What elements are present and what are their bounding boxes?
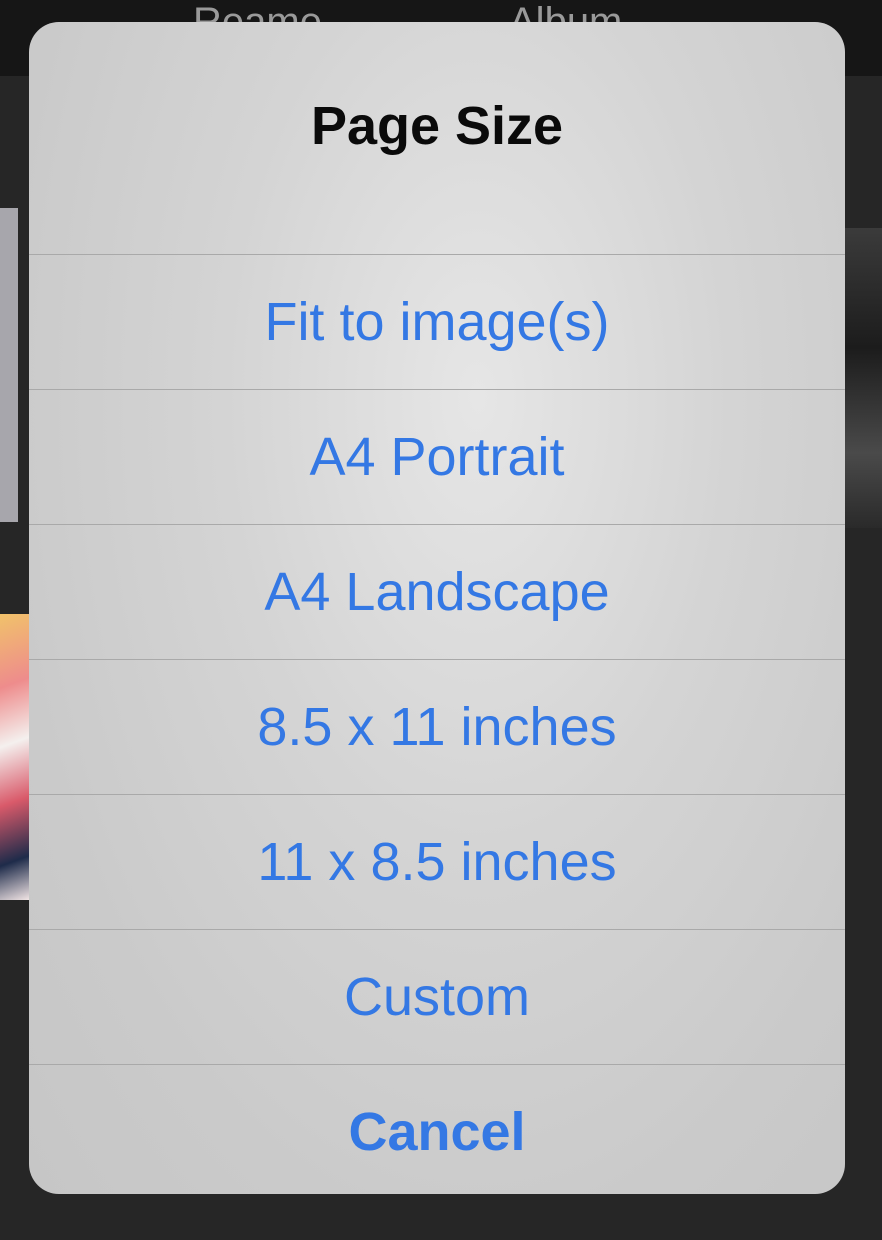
cancel-button[interactable]: Cancel [29, 1064, 845, 1194]
option-a4-portrait[interactable]: A4 Portrait [29, 389, 845, 524]
thumbnail-gray[interactable] [0, 208, 18, 522]
option-letter-portrait[interactable]: 8.5 x 11 inches [29, 659, 845, 794]
page-size-action-sheet: Page Size Fit to image(s) A4 Portrait A4… [29, 22, 845, 1194]
option-a4-landscape[interactable]: A4 Landscape [29, 524, 845, 659]
screen: Reame Album Page Size Fit to image(s) A4… [0, 0, 882, 1240]
sheet-header: Page Size [29, 22, 845, 254]
thumbnail-art[interactable] [0, 614, 30, 900]
sheet-title: Page Size [310, 96, 564, 156]
option-letter-landscape[interactable]: 11 x 8.5 inches [29, 794, 845, 929]
option-custom[interactable]: Custom [29, 929, 845, 1064]
option-fit-to-images[interactable]: Fit to image(s) [29, 254, 845, 389]
